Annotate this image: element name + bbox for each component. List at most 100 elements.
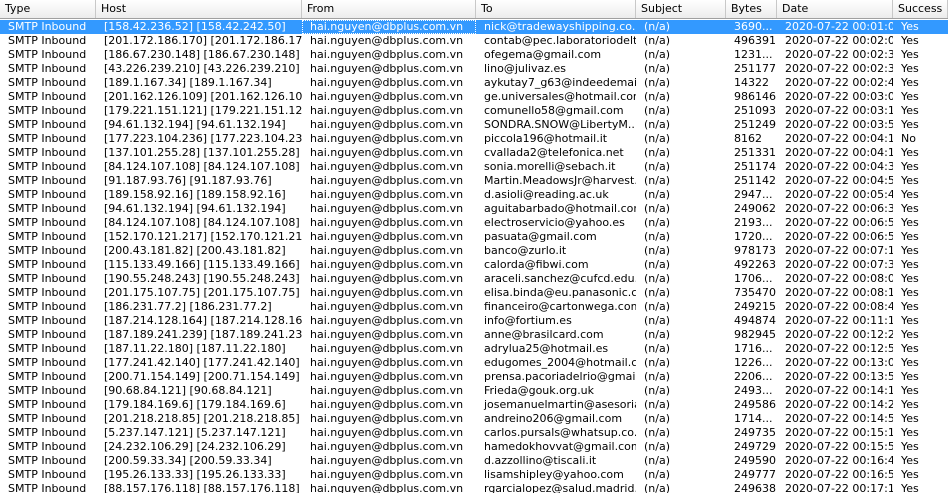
cell-bytes: 978173	[734, 244, 776, 257]
cell-type: SMTP Inbound	[8, 188, 87, 201]
cell-type: SMTP Inbound	[8, 160, 87, 173]
table-row[interactable]: SMTP Inbound [201.172.186.170] [201.172.1…	[0, 34, 948, 48]
cell-success: Yes	[901, 454, 919, 467]
cell-to: d.asioli@reading.ac.uk	[484, 188, 609, 201]
table-row[interactable]: SMTP Inbound [137.101.255.28] [137.101.25…	[0, 146, 948, 160]
cell-date: 2020-07-22 00:06:33	[785, 202, 893, 215]
table-row[interactable]: SMTP Inbound [177.241.42.140] [177.241.42…	[0, 356, 948, 370]
cell-to: calorda@fibwi.com	[484, 258, 589, 271]
cell-host: [187.11.22.180] [187.11.22.180]	[104, 342, 286, 355]
table-row[interactable]: SMTP Inbound [94.61.132.194] [94.61.132.1…	[0, 202, 948, 216]
cell-subject: (n/a)	[644, 454, 671, 467]
table-row[interactable]: SMTP Inbound [201.218.218.85] [201.218.21…	[0, 412, 948, 426]
cell-success: Yes	[901, 440, 919, 453]
table-row[interactable]: SMTP Inbound [84.124.107.108] [84.124.107…	[0, 216, 948, 230]
table-row[interactable]: SMTP Inbound [200.43.181.82] [200.43.181.…	[0, 244, 948, 258]
cell-to: SONDRA.SNOW@LibertyM...	[484, 118, 636, 131]
table-row[interactable]: SMTP Inbound [91.187.93.76] [91.187.93.76…	[0, 174, 948, 188]
cell-date: 2020-07-22 00:07:18	[785, 244, 893, 257]
cell-success: Yes	[901, 76, 919, 89]
cell-to: banco@zurlo.it	[484, 244, 567, 257]
column-header-date[interactable]: Date	[777, 0, 893, 18]
cell-bytes: 1716...	[734, 342, 773, 355]
table-row[interactable]: SMTP Inbound [43.226.239.210] [43.226.239…	[0, 62, 948, 76]
cell-success: Yes	[901, 426, 919, 439]
cell-to: nick@tradewayshipping.co.uk	[484, 20, 636, 33]
table-row[interactable]: SMTP Inbound [195.26.133.33] [195.26.133.…	[0, 468, 948, 482]
column-header-to[interactable]: To	[476, 0, 636, 18]
cell-bytes: 249735	[734, 426, 776, 439]
cell-from: hai.nguyen@dbplus.com.vn	[310, 454, 464, 467]
cell-bytes: 249638	[734, 482, 776, 493]
table-row[interactable]: SMTP Inbound [200.59.33.34] [200.59.33.34…	[0, 454, 948, 468]
table-row[interactable]: SMTP Inbound [189.1.167.34] [189.1.167.34…	[0, 76, 948, 90]
cell-subject: (n/a)	[644, 258, 671, 271]
cell-success: Yes	[901, 216, 919, 229]
cell-success: Yes	[901, 286, 919, 299]
cell-type: SMTP Inbound	[8, 272, 87, 285]
cell-subject: (n/a)	[644, 482, 671, 493]
cell-subject: (n/a)	[644, 398, 671, 411]
cell-date: 2020-07-22 00:12:29	[785, 328, 893, 341]
cell-success: Yes	[901, 384, 919, 397]
column-header-type[interactable]: Type	[0, 0, 96, 18]
table-row[interactable]: SMTP Inbound [24.232.106.29] [24.232.106.…	[0, 440, 948, 454]
cell-to: comunello58@gmail.com	[484, 104, 624, 117]
column-header-host[interactable]: Host	[96, 0, 302, 18]
table-row[interactable]: SMTP Inbound [90.68.84.121] [90.68.84.121…	[0, 384, 948, 398]
cell-type: SMTP Inbound	[8, 384, 87, 397]
table-row[interactable]: SMTP Inbound [115.133.49.166] [115.133.49…	[0, 258, 948, 272]
table-row[interactable]: SMTP Inbound [177.223.104.236] [177.223.1…	[0, 132, 948, 146]
cell-date: 2020-07-22 00:15:13	[785, 426, 893, 439]
table-row[interactable]: SMTP Inbound [201.175.107.75] [201.175.10…	[0, 286, 948, 300]
cell-to: lisamshipley@yahoo.com	[484, 468, 624, 481]
table-row[interactable]: SMTP Inbound [187.189.241.239] [187.189.2…	[0, 328, 948, 342]
cell-success: Yes	[901, 258, 919, 271]
table-row[interactable]: SMTP Inbound [200.71.154.149] [200.71.154…	[0, 370, 948, 384]
cell-to: lino@julivaz.es	[484, 62, 566, 75]
cell-success: Yes	[901, 160, 919, 173]
cell-bytes: 986146	[734, 90, 776, 103]
table-row[interactable]: SMTP Inbound [187.214.128.164] [187.214.1…	[0, 314, 948, 328]
cell-date: 2020-07-22 00:13:00	[785, 356, 893, 369]
column-header-bytes[interactable]: Bytes	[726, 0, 777, 18]
cell-type: SMTP Inbound	[8, 230, 87, 243]
cell-subject: (n/a)	[644, 104, 671, 117]
cell-type: SMTP Inbound	[8, 132, 87, 145]
table-row[interactable]: SMTP Inbound [201.162.126.109] [201.162.1…	[0, 90, 948, 104]
cell-subject: (n/a)	[644, 202, 671, 215]
table-row[interactable]: SMTP Inbound [179.184.169.6] [179.184.169…	[0, 398, 948, 412]
table-row[interactable]: SMTP Inbound [179.221.151.121] [179.221.1…	[0, 104, 948, 118]
cell-success: Yes	[901, 342, 919, 355]
table-row[interactable]: SMTP Inbound [88.157.176.118] [88.157.176…	[0, 482, 948, 493]
column-header-from[interactable]: From	[302, 0, 476, 18]
cell-bytes: 251174	[734, 160, 776, 173]
cell-type: SMTP Inbound	[8, 146, 87, 159]
cell-to: contab@pec.laboratoriodelta.it	[484, 34, 636, 47]
cell-subject: (n/a)	[644, 314, 671, 327]
table-row[interactable]: SMTP Inbound [94.61.132.194] [94.61.132.1…	[0, 118, 948, 132]
cell-subject: (n/a)	[644, 328, 671, 341]
cell-host: [43.226.239.210] [43.226.239.210]	[104, 62, 300, 75]
column-header-subject[interactable]: Subject	[636, 0, 726, 18]
table-row[interactable]: SMTP Inbound [187.11.22.180] [187.11.22.1…	[0, 342, 948, 356]
column-header-success[interactable]: Success	[893, 0, 948, 18]
cell-date: 2020-07-22 00:08:45	[785, 300, 893, 313]
table-row[interactable]: SMTP Inbound [186.67.230.148] [186.67.230…	[0, 48, 948, 62]
cell-host: [201.172.186.170] [201.172.186.170]	[104, 34, 302, 47]
cell-from: hai.nguyen@dbplus.com.vn	[310, 216, 464, 229]
cell-to: sonia.morelli@sebach.it	[484, 160, 616, 173]
cell-bytes: 2493...	[734, 384, 773, 397]
table-row[interactable]: SMTP Inbound [190.55.248.243] [190.55.248…	[0, 272, 948, 286]
cell-success: Yes	[901, 104, 919, 117]
table-row[interactable]: SMTP Inbound [189.158.92.16] [189.158.92.…	[0, 188, 948, 202]
table-row[interactable]: SMTP Inbound [186.231.77.2] [186.231.77.2…	[0, 300, 948, 314]
cell-from: hai.nguyen@dbplus.com.vn	[310, 188, 464, 201]
cell-to: josemanuelmartin@asesoriad....	[484, 398, 636, 411]
table-row[interactable]: SMTP Inbound [152.170.121.217] [152.170.1…	[0, 230, 948, 244]
cell-success: Yes	[901, 300, 919, 313]
cell-host: [177.223.104.236] [177.223.104.236]	[104, 132, 302, 145]
table-row[interactable]: SMTP Inbound [84.124.107.108] [84.124.107…	[0, 160, 948, 174]
table-row[interactable]: SMTP Inbound [158.42.236.52] [158.42.242.…	[0, 20, 948, 34]
table-row[interactable]: SMTP Inbound [5.237.147.121] [5.237.147.1…	[0, 426, 948, 440]
